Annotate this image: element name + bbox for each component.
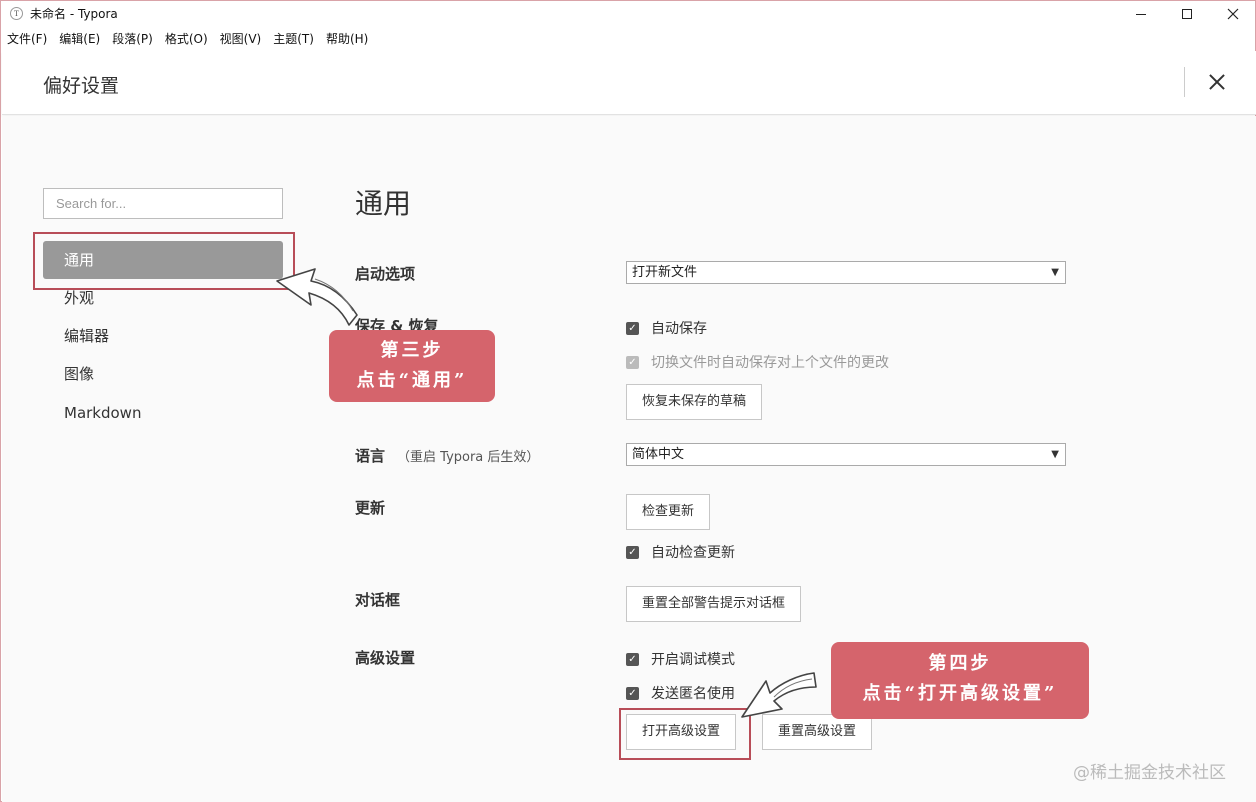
minimize-icon (1136, 13, 1146, 15)
highlight-general-box (33, 232, 295, 290)
sidebar-item-markdown[interactable]: Markdown (43, 394, 283, 432)
autosave-label: 自动保存 (651, 321, 707, 337)
menu-theme[interactable]: 主题(T) (267, 29, 320, 49)
check-icon: ✓ (626, 355, 639, 369)
preferences-header: 偏好设置 (2, 51, 1256, 115)
menu-view[interactable]: 视图(V) (214, 29, 268, 49)
sidebar-item-editor[interactable]: 编辑器 (43, 317, 283, 355)
menu-bar: 文件(F) 编辑(E) 段落(P) 格式(O) 视图(V) 主题(T) 帮助(H… (1, 29, 374, 49)
minimize-button[interactable] (1118, 1, 1164, 27)
menu-format[interactable]: 格式(O) (159, 29, 214, 49)
language-note: （重启 Typora 后生效） (397, 450, 540, 465)
startup-select[interactable]: 打开新文件 ▼ (626, 261, 1066, 284)
search-input[interactable]: Search for... (43, 188, 283, 219)
menu-edit[interactable]: 编辑(E) (53, 29, 106, 49)
check-icon: ✓ (626, 686, 639, 700)
check-icon: ✓ (626, 545, 639, 559)
step3-text: 点击“通用” (356, 370, 468, 391)
check-update-button[interactable]: 检查更新 (626, 494, 711, 530)
maximize-icon (1182, 9, 1192, 19)
preferences-close-button[interactable] (1200, 65, 1234, 99)
highlight-advanced-box (619, 708, 751, 760)
step4-text: 点击“打开高级设置” (862, 683, 1058, 704)
debug-mode-checkbox[interactable]: ✓ 开启调试模式 (626, 649, 735, 669)
sidebar-item-image[interactable]: 图像 (43, 355, 283, 393)
autosave-checkbox[interactable]: ✓ 自动保存 (626, 318, 707, 338)
watermark: @稀土掘金技术社区 (1073, 763, 1226, 783)
dropdown-caret-icon: ▼ (1051, 449, 1059, 460)
check-icon: ✓ (626, 321, 639, 335)
preferences-title: 偏好设置 (43, 75, 120, 97)
section-title: 通用 (355, 187, 412, 220)
reset-dialogs-button[interactable]: 重置全部警告提示对话框 (626, 586, 802, 622)
advanced-label: 高级设置 (355, 649, 416, 667)
language-select[interactable]: 简体中文 ▼ (626, 443, 1066, 466)
step4-callout: 第四步 点击“打开高级设置” (831, 642, 1089, 719)
startup-label: 启动选项 (355, 265, 416, 283)
check-icon: ✓ (626, 652, 639, 666)
title-bar: T 未命名 - Typora (1, 1, 1255, 27)
maximize-button[interactable] (1164, 1, 1210, 27)
language-select-value: 简体中文 (632, 447, 685, 462)
window-title: 未命名 - Typora (30, 7, 118, 21)
close-icon (1227, 8, 1239, 20)
recover-drafts-button[interactable]: 恢复未保存的草稿 (626, 384, 763, 420)
update-label: 更新 (355, 499, 386, 517)
send-anonymous-label: 发送匿名使用 (651, 686, 735, 702)
menu-paragraph[interactable]: 段落(P) (106, 29, 159, 49)
language-label: 语言 （重启 Typora 后生效） (355, 445, 539, 466)
auto-check-update-label: 自动检查更新 (651, 545, 735, 561)
arrow-icon (276, 268, 358, 326)
dropdown-caret-icon: ▼ (1051, 267, 1059, 278)
dialogs-label: 对话框 (355, 591, 401, 609)
header-divider (1184, 67, 1185, 97)
autosave-on-switch-label: 切换文件时自动保存对上个文件的更改 (651, 355, 889, 371)
arrow-icon (741, 672, 817, 718)
auto-check-update-checkbox[interactable]: ✓ 自动检查更新 (626, 542, 735, 562)
startup-select-value: 打开新文件 (632, 265, 698, 280)
typora-app-icon: T (10, 7, 23, 20)
menu-file[interactable]: 文件(F) (1, 29, 53, 49)
window-close-button[interactable] (1210, 1, 1256, 27)
app-window: T 未命名 - Typora 文件(F) 编辑(E) 段落(P) 格式(O) 视… (0, 0, 1256, 802)
step3-callout: 第三步 点击“通用” (329, 330, 495, 402)
language-label-text: 语言 (355, 447, 386, 465)
autosave-on-switch-checkbox: ✓ 切换文件时自动保存对上个文件的更改 (626, 352, 889, 372)
step4-title: 第四步 (928, 653, 992, 674)
menu-help[interactable]: 帮助(H) (320, 29, 374, 49)
step3-title: 第三步 (380, 340, 444, 361)
debug-mode-label: 开启调试模式 (651, 652, 735, 668)
send-anonymous-checkbox[interactable]: ✓ 发送匿名使用 (626, 683, 735, 703)
